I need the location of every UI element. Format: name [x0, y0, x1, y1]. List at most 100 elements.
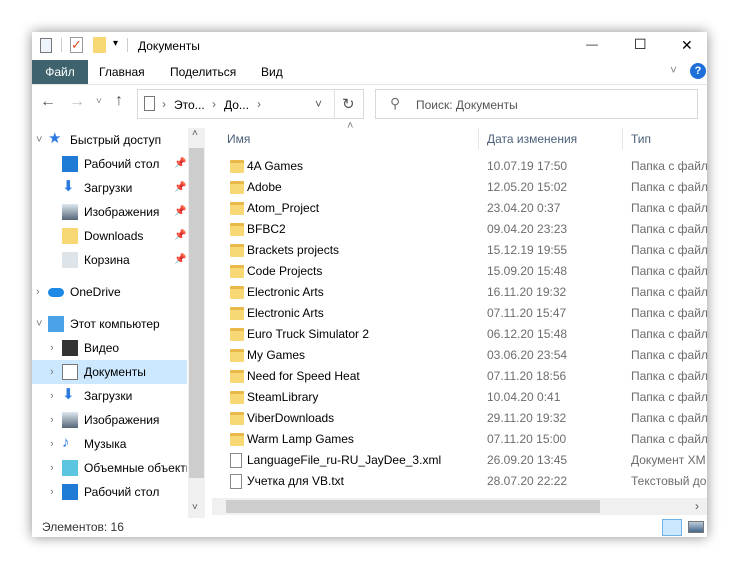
minimize-button[interactable]: —	[586, 37, 598, 51]
sidebar-item-label: Загрузки	[84, 389, 133, 403]
close-button[interactable]: ✕	[681, 37, 693, 54]
file-row[interactable]: My Games 03.06.20 23:54 Папка с файл	[212, 345, 707, 366]
file-date: 09.04.20 23:23	[487, 222, 568, 236]
expand-chevron-icon[interactable]: ›	[50, 456, 54, 480]
file-row[interactable]: Electronic Arts 16.11.20 19:32 Папка с ф…	[212, 282, 707, 303]
folder-icon	[230, 307, 244, 320]
file-row[interactable]: Euro Truck Simulator 2 06.12.20 15:48 Па…	[212, 324, 707, 345]
sidebar-scrollbar[interactable]: ˄ ˅	[188, 128, 205, 518]
up-button[interactable]: ↑	[115, 92, 123, 110]
divider	[32, 84, 707, 85]
new-folder-icon[interactable]	[93, 37, 106, 53]
address-bar[interactable]: › Это... › До... › ˅ ↻	[137, 89, 364, 119]
file-name: Electronic Arts	[247, 306, 324, 320]
sidebar-item[interactable]: › Видео	[32, 336, 187, 360]
folder-icon	[230, 328, 244, 341]
sidebar-item[interactable]: Downloads 📌	[32, 224, 187, 248]
expand-ribbon-icon[interactable]: ˅	[670, 63, 677, 77]
sidebar-item[interactable]: ⬇ Загрузки 📌	[32, 176, 187, 200]
address-dropdown-icon[interactable]: ˅	[315, 97, 322, 111]
tab-share[interactable]: Поделиться	[170, 60, 236, 84]
file-date: 29.11.20 19:32	[487, 411, 567, 425]
maximize-button[interactable]: ☐	[634, 36, 647, 53]
file-row[interactable]: LanguageFile_ru-RU_JayDee_3.xml 26.09.20…	[212, 450, 706, 471]
column-header-name[interactable]: Имя	[227, 128, 250, 150]
column-header-date[interactable]: Дата изменения	[487, 128, 577, 150]
file-row[interactable]: Atom_Project 23.04.20 0:37 Папка с файл	[212, 198, 707, 219]
expand-chevron-icon[interactable]: ›	[50, 408, 54, 432]
pin-icon[interactable]: 📌	[174, 200, 186, 224]
sidebar-item[interactable]: ˅ ★ Быстрый доступ	[32, 128, 187, 152]
file-type: Папка с файл	[631, 369, 707, 383]
file-type: Папка с файл	[631, 306, 707, 320]
forward-button[interactable]: →	[69, 93, 85, 111]
file-row[interactable]: ViberDownloads 29.11.20 19:32 Папка с фа…	[212, 408, 707, 429]
file-row[interactable]: SteamLibrary 10.04.20 0:41 Папка с файл	[212, 387, 707, 408]
file-row[interactable]: 4A Games 10.07.19 17:50 Папка с файл	[212, 156, 707, 177]
sidebar-item[interactable]: › Документы	[32, 360, 187, 384]
file-name: 4A Games	[247, 159, 304, 173]
properties-icon[interactable]	[40, 38, 52, 53]
file-date: 15.09.20 15:48	[487, 264, 568, 278]
tab-file[interactable]: Файл	[32, 60, 88, 84]
details-view-button[interactable]	[662, 519, 682, 536]
expand-chevron-icon[interactable]: ˅	[36, 128, 42, 152]
file-icon	[230, 453, 242, 468]
scroll-thumb[interactable]	[226, 500, 600, 513]
pictures-icon	[62, 204, 78, 220]
sidebar-item[interactable]: › OneDrive	[32, 280, 187, 304]
search-box[interactable]: ⚲ Поиск: Документы	[375, 89, 698, 119]
sidebar-item[interactable]: › ♪ Музыка	[32, 432, 187, 456]
pin-icon[interactable]: 📌	[174, 176, 186, 200]
pin-icon[interactable]: 📌	[174, 248, 186, 272]
expand-chevron-icon[interactable]: ›	[50, 480, 54, 504]
file-row[interactable]: Adobe 12.05.20 15:02 Папка с файл	[212, 177, 707, 198]
sidebar-item[interactable]: › Объемные объекты	[32, 456, 187, 480]
refresh-icon[interactable]: ↻	[342, 95, 355, 113]
file-row[interactable]: Warm Lamp Games 07.11.20 15:00 Папка с ф…	[212, 429, 707, 450]
sidebar-item[interactable]: › Изображения	[32, 408, 187, 432]
large-icons-view-button[interactable]	[688, 521, 704, 533]
breadcrumb-documents[interactable]: До...	[224, 98, 249, 112]
file-row[interactable]: Учетка для VB.txt 28.07.20 22:22 Текстов…	[212, 471, 706, 492]
help-icon[interactable]: ?	[690, 63, 706, 79]
horizontal-scrollbar[interactable]: ›	[212, 498, 707, 515]
customize-dropdown-icon[interactable]: ▾	[113, 38, 118, 49]
file-row[interactable]: Electronic Arts 07.11.20 15:47 Папка с ф…	[212, 303, 707, 324]
sidebar-item[interactable]: › Рабочий стол	[32, 480, 187, 504]
tab-view[interactable]: Вид	[261, 60, 283, 84]
pin-icon[interactable]: 📌	[174, 224, 186, 248]
tab-home[interactable]: Главная	[99, 60, 145, 84]
expand-chevron-icon[interactable]: ›	[50, 336, 54, 360]
sidebar-item[interactable]: Рабочий стол 📌	[32, 152, 187, 176]
breadcrumb-this-pc[interactable]: Это...	[174, 98, 205, 112]
expand-chevron-icon[interactable]: ›	[36, 280, 40, 304]
sidebar-item[interactable]: ˅ Этот компьютер	[32, 312, 187, 336]
file-type: Папка с файл	[631, 432, 707, 446]
sidebar-item-label: Изображения	[84, 413, 160, 427]
expand-chevron-icon[interactable]: ›	[50, 432, 54, 456]
recent-locations-icon[interactable]: ˅	[96, 96, 102, 107]
sidebar-item[interactable]: Корзина 📌	[32, 248, 187, 272]
sidebar-item-label: OneDrive	[70, 285, 121, 299]
file-row[interactable]: BFBC2 09.04.20 23:23 Папка с файл	[212, 219, 707, 240]
file-row[interactable]: Brackets projects 15.12.19 19:55 Папка с…	[212, 240, 707, 261]
scroll-thumb[interactable]	[189, 148, 204, 478]
expand-chevron-icon[interactable]: ›	[50, 360, 54, 384]
column-header-type[interactable]: Тип	[631, 128, 651, 150]
sidebar-item[interactable]: › ⬇ Загрузки	[32, 384, 187, 408]
expand-chevron-icon[interactable]: ›	[50, 384, 54, 408]
back-button[interactable]: ←	[40, 93, 56, 111]
file-type: Папка с файл	[631, 411, 707, 425]
file-row[interactable]: Code Projects 15.09.20 15:48 Папка с фай…	[212, 261, 707, 282]
file-row[interactable]: Need for Speed Heat 07.11.20 18:56 Папка…	[212, 366, 707, 387]
file-type: Папка с файл	[631, 222, 707, 236]
sidebar-item[interactable]: Изображения 📌	[32, 200, 187, 224]
expand-chevron-icon[interactable]: ˅	[36, 312, 42, 336]
sidebar-item-label: Изображения	[84, 205, 160, 219]
checkmark-icon[interactable]: ✓	[70, 37, 83, 53]
file-type: Папка с файл	[631, 243, 707, 257]
navigation-pane: ˅ ★ Быстрый доступ Рабочий стол 📌 ⬇ Загрузки 📌 И…	[32, 128, 205, 518]
pin-icon[interactable]: 📌	[174, 152, 186, 176]
file-name: Adobe	[247, 180, 282, 194]
